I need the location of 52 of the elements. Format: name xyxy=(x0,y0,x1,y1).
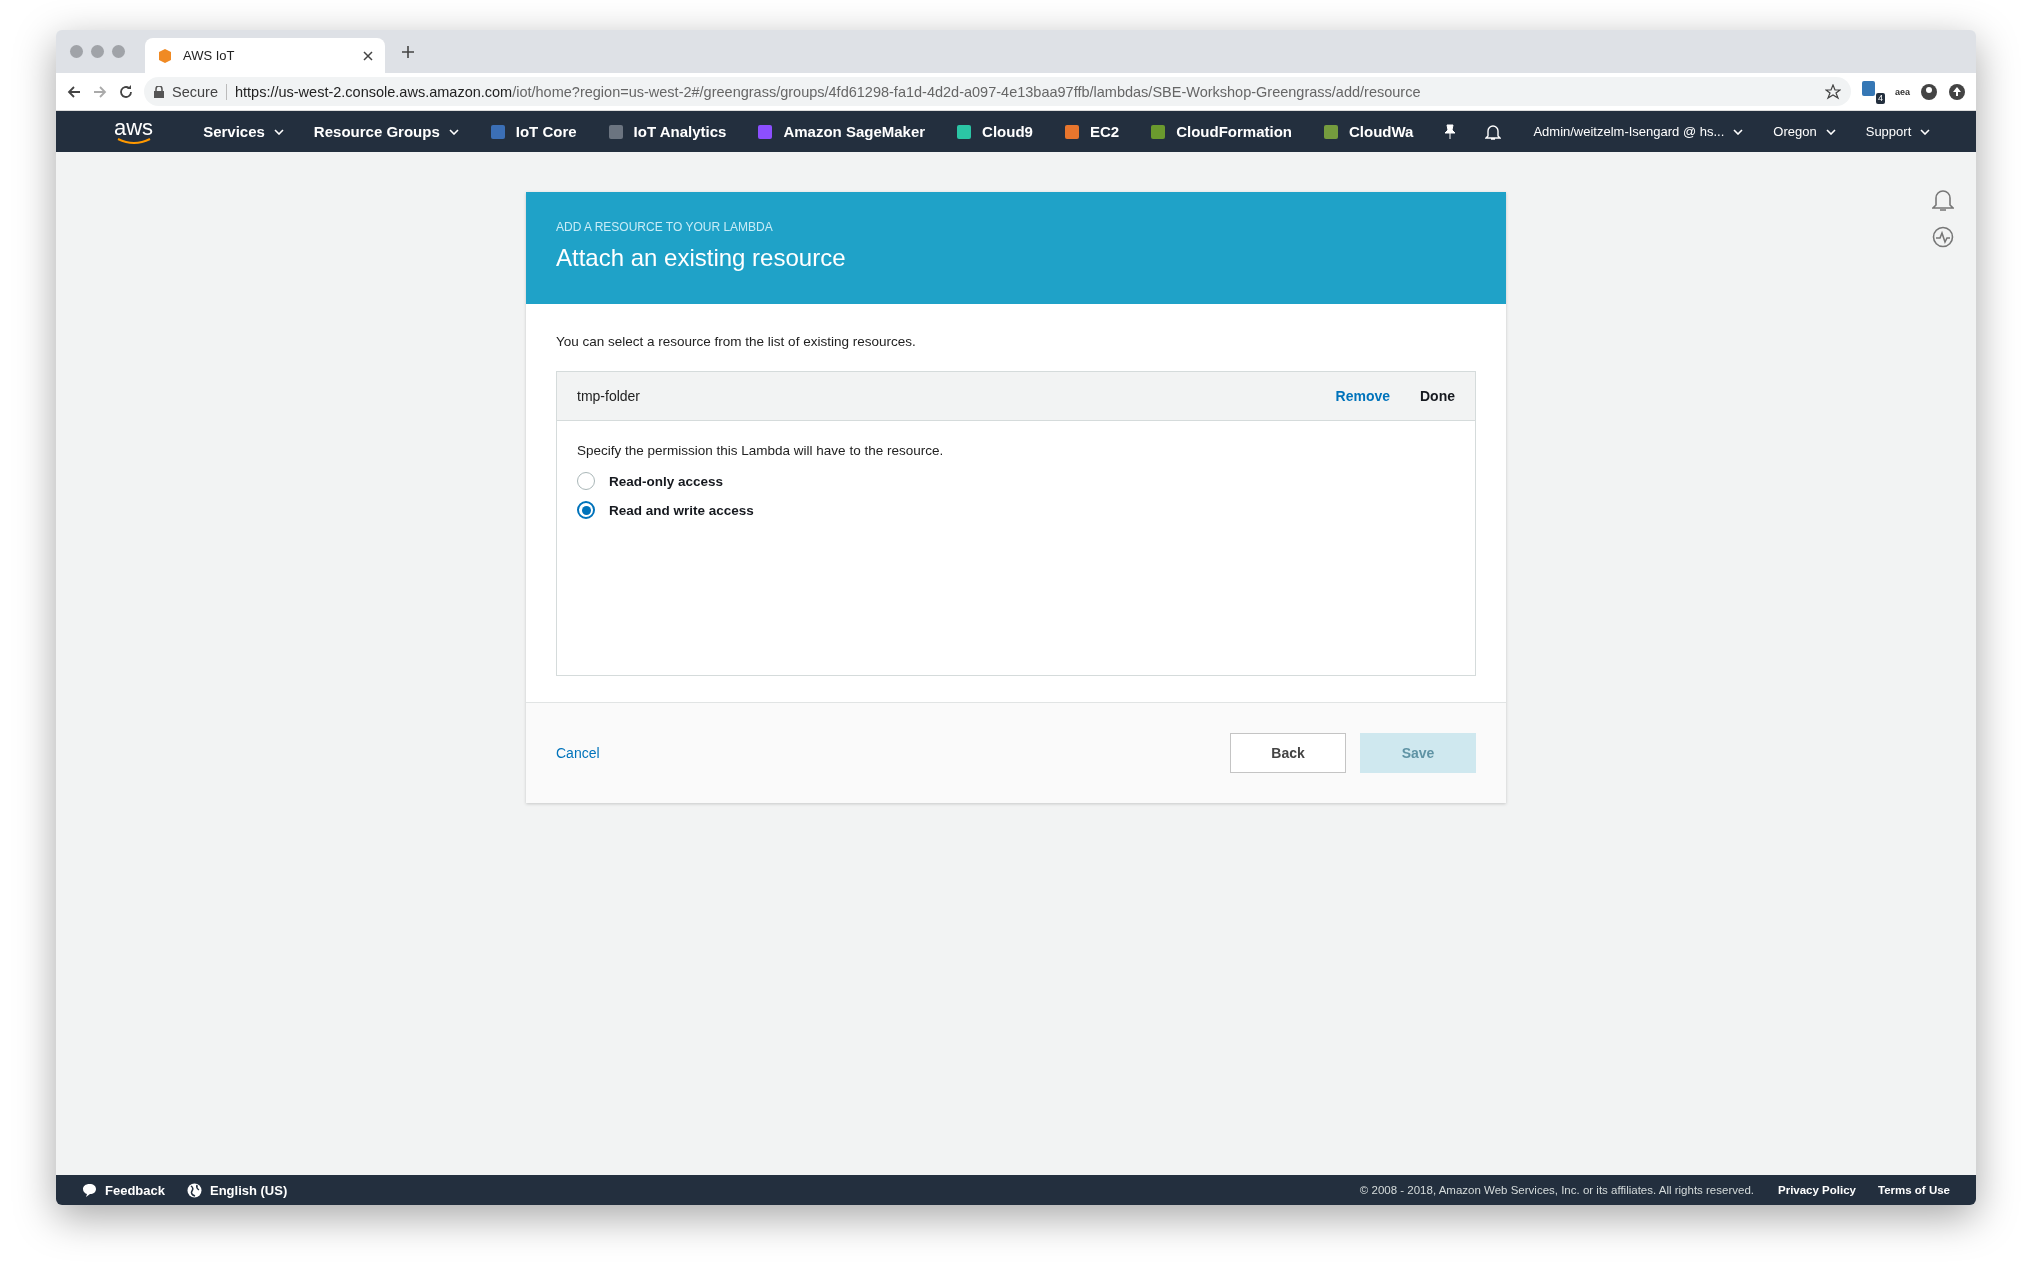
browser-tab[interactable]: AWS IoT xyxy=(145,38,385,73)
upload-icon[interactable] xyxy=(1948,82,1966,101)
star-icon[interactable] xyxy=(1824,83,1841,100)
service-link[interactable]: IoT Analytics xyxy=(606,122,727,141)
radio-button[interactable] xyxy=(577,501,595,519)
caret-icon xyxy=(1825,128,1836,135)
card-eyebrow: ADD A RESOURCE TO YOUR LAMBDA xyxy=(556,220,774,234)
back-icon[interactable] xyxy=(66,83,82,100)
reload-icon[interactable] xyxy=(118,83,134,100)
activity-icon[interactable] xyxy=(1932,226,1954,248)
resource-action-link[interactable]: Done xyxy=(1420,388,1455,404)
account-menu[interactable]: Admin/weitzelm-Isengard @ hs... xyxy=(1533,124,1744,139)
caret-icon xyxy=(1733,128,1744,135)
cube-icon xyxy=(157,47,173,64)
resource-name: tmp-folder xyxy=(577,388,642,404)
extension-label[interactable]: aea xyxy=(1894,86,1910,97)
feedback-link[interactable]: Feedback xyxy=(82,1182,165,1198)
address-bar[interactable]: Secure https://us-west-2.console.aws.amazon.com/iot/home?region=us-west-2#/greengrass/groups/4fd61298-fa1d-4d2d-a097-4e13baa97ffb/lambdas/SBE-Workshop-Greengrass/add/resource xyxy=(144,77,1851,106)
secondary-button[interactable]: Back xyxy=(1230,733,1346,773)
service-link[interactable]: IoT Core xyxy=(488,122,577,141)
service-link[interactable]: CloudWa xyxy=(1321,122,1414,141)
aws-logo[interactable]: aws xyxy=(114,118,154,145)
service-link[interactable]: Cloud9 xyxy=(955,122,1033,141)
pin-icon[interactable] xyxy=(1443,123,1458,140)
footer-link[interactable]: Terms of Use xyxy=(1878,1184,1950,1196)
service-link[interactable]: EC2 xyxy=(1062,122,1120,141)
service-link[interactable]: CloudFormation xyxy=(1149,122,1292,141)
lock-icon xyxy=(154,85,164,98)
region-menu[interactable]: Oregon xyxy=(1773,124,1836,139)
support-menu[interactable]: Support xyxy=(1865,124,1931,139)
copyright-text: © 2008 - 2018, Amazon Web Services, Inc. or its affiliates. All rights reserved. xyxy=(1358,1184,1754,1196)
service-link[interactable]: Amazon SageMaker xyxy=(756,122,926,141)
profile-icon[interactable] xyxy=(1920,82,1938,101)
permission-option[interactable]: Read and write access xyxy=(577,501,1455,519)
caret-icon xyxy=(448,128,459,135)
cancel-link[interactable]: Cancel xyxy=(556,745,1216,761)
nav-menu[interactable]: Services xyxy=(203,123,284,140)
close-icon[interactable] xyxy=(363,50,373,61)
resource-action-link[interactable]: Remove xyxy=(1335,388,1390,404)
caret-icon xyxy=(273,128,284,135)
caret-icon xyxy=(1920,128,1931,135)
speech-bubble-icon xyxy=(82,1183,97,1197)
footer-link[interactable]: Privacy Policy xyxy=(1778,1184,1856,1196)
radio-button[interactable] xyxy=(577,472,595,490)
globe-icon xyxy=(187,1182,202,1198)
permission-option[interactable]: Read-only access xyxy=(577,472,1455,490)
bell-icon[interactable] xyxy=(1485,122,1502,141)
language-selector[interactable]: English (US) xyxy=(187,1182,288,1198)
nav-menu[interactable]: Resource Groups xyxy=(313,123,459,140)
permission-prompt: Specify the permission this Lambda will have to the resource. xyxy=(577,443,945,458)
card-title: Attach an existing resource xyxy=(556,244,847,272)
intro-text: You can select a resource from the list of existing resources. xyxy=(556,334,917,349)
